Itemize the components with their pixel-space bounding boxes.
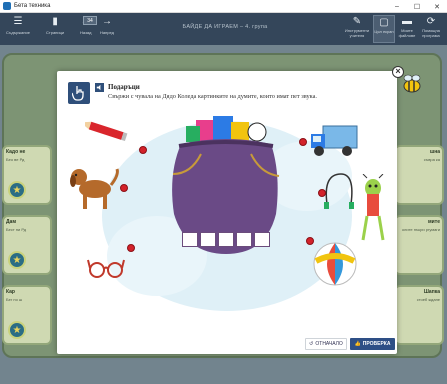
match-dot-ball[interactable]	[306, 237, 314, 245]
grasshopper-picture	[361, 174, 385, 241]
hand-pointer-icon	[68, 82, 90, 104]
match-dot-dog[interactable]	[120, 184, 128, 192]
toolbar-contents-label: Съдържание	[6, 30, 30, 35]
tools-icon: ✎	[352, 16, 362, 27]
toolbar-files-label: Моите файлове	[398, 28, 416, 38]
star-icon[interactable]: ★	[8, 181, 26, 199]
check-button[interactable]: 👍 ПРОВЕРКА	[350, 338, 395, 350]
toolbar-pages-button[interactable]: ▮ Страници	[46, 16, 64, 35]
toolbar-back-label: Назад	[80, 30, 92, 35]
toolbar-files-button[interactable]: ▬ Моите файлове	[396, 15, 418, 38]
bg-card-label: Кар	[6, 289, 15, 295]
refresh-icon: ⟳	[426, 16, 436, 27]
star-icon[interactable]: ★	[8, 321, 26, 339]
bg-card-text: олите пъкри ргумаги	[401, 227, 440, 232]
toolbar-tools-button[interactable]: ✎ Инструменти учителя	[344, 15, 370, 38]
task-instruction: Свържи с чувала на Дядо Коледа картинкит…	[108, 93, 317, 100]
app-toolbar: ☰ Съдържание ▮ Страници ← Назад 34 → Нап…	[0, 13, 447, 45]
bg-card-text: стоеб ждане	[416, 297, 440, 302]
bg-card-label: Шапка	[423, 289, 440, 295]
reset-icon: ↺	[309, 341, 314, 347]
close-window-button[interactable]: ✕	[427, 0, 447, 13]
letter-slots	[182, 232, 270, 247]
exercise-scene	[57, 106, 397, 341]
bee-icon	[403, 74, 421, 93]
match-dot-jump-rope[interactable]	[318, 189, 326, 197]
bg-card: Дам Бест ни Рд ★	[2, 215, 52, 275]
match-dot-pencil[interactable]	[139, 146, 147, 154]
arrow-right-icon: →	[101, 16, 112, 27]
thumbs-up-icon: 👍	[354, 341, 361, 347]
toolbar-tools-label: Инструменти учителя	[344, 28, 370, 38]
star-icon[interactable]: ★	[8, 251, 26, 269]
letter-slot[interactable]	[200, 232, 216, 247]
ball-picture[interactable]	[312, 241, 358, 287]
bg-card-text: съвра ка	[423, 157, 440, 162]
bg-card-text: Бест ни Рд	[6, 227, 27, 232]
window-title: Бета техника	[14, 3, 51, 9]
bg-card-text: Бег по ш	[6, 297, 23, 302]
maximize-button[interactable]: ☐	[407, 0, 427, 13]
exercise-modal: Подаръци Свържи с чувала на Дядо Коледа …	[57, 71, 397, 354]
dog-picture[interactable]	[65, 161, 123, 213]
toolbar-fullscreen-button[interactable]: ▢ Цял екран	[373, 15, 395, 43]
book-icon: ▮	[52, 16, 58, 27]
folder-icon: ▬	[402, 16, 412, 27]
letter-slot[interactable]	[236, 232, 252, 247]
bg-card-label: шна	[430, 149, 440, 155]
jump-rope-picture[interactable]	[321, 170, 357, 210]
screen-icon: ▢	[379, 17, 389, 28]
check-label: ПРОВЕРКА	[362, 341, 391, 347]
toolbar-forward-label: Напред	[100, 30, 114, 35]
speaker-icon[interactable]	[95, 83, 104, 92]
bg-card: шна съвра ка	[394, 145, 444, 205]
toolbar-forward-button[interactable]: → Напред	[100, 16, 114, 35]
toolbar-help-label: Помощна програма	[422, 28, 440, 38]
bg-card: Кадо не Бео ве Рд ★	[2, 145, 52, 205]
task-title: Подаръци	[108, 83, 140, 91]
toolbar-help-button[interactable]: ⟳ Помощна програма	[420, 15, 442, 38]
toolbar-pages-label: Страници	[46, 30, 65, 35]
bg-card-text: Бео ве Рд	[6, 157, 25, 162]
toolbar-fullscreen-label: Цял екран	[374, 29, 394, 34]
pencil-picture[interactable]	[85, 118, 135, 146]
bg-card: мите олите пъкри ргумаги	[394, 215, 444, 275]
reset-button[interactable]: ↺ ОТНАЧАЛО	[305, 338, 347, 350]
menu-icon: ☰	[13, 16, 23, 27]
toolbar-contents-button[interactable]: ☰ Съдържание	[6, 16, 30, 35]
window-titlebar: Бета техника – ☐ ✕	[0, 0, 447, 13]
bg-card: Шапка стоеб ждане	[394, 285, 444, 345]
page-number-wrap: 34	[83, 16, 97, 29]
window-controls: – ☐ ✕	[387, 0, 447, 13]
letter-slot[interactable]	[254, 232, 270, 247]
bg-card-label: мите	[427, 219, 440, 225]
glasses-picture[interactable]	[87, 256, 127, 280]
match-dot-truck[interactable]	[299, 138, 307, 146]
bg-card: Кар Бег по ш ★	[2, 285, 52, 345]
minimize-button[interactable]: –	[387, 0, 407, 13]
book-title: БАЙДЕ ДА ИГРАЕМ – 4. група	[182, 24, 268, 30]
app-icon	[3, 2, 11, 10]
bg-card-label: Дам	[6, 219, 17, 225]
truck-picture[interactable]	[309, 124, 359, 160]
match-dot-glasses[interactable]	[127, 244, 135, 252]
letter-slot[interactable]	[182, 232, 198, 247]
bg-card-label: Кадо не	[6, 149, 26, 155]
page-number-input[interactable]: 34	[83, 16, 97, 25]
letter-slot[interactable]	[218, 232, 234, 247]
reset-label: ОТНАЧАЛО	[315, 341, 343, 347]
